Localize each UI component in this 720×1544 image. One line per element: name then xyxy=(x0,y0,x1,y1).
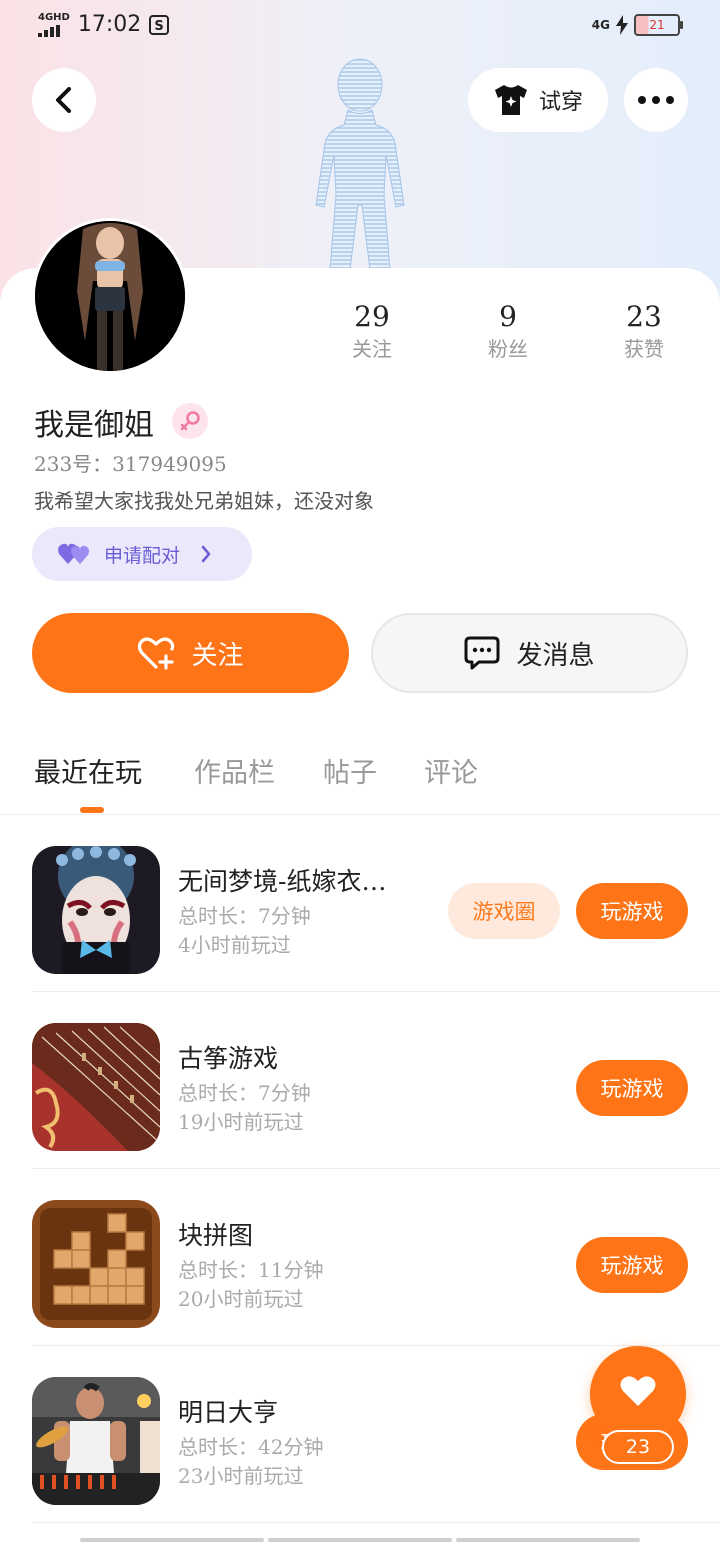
chat-bubble-icon xyxy=(464,636,500,670)
clock: 17:02 xyxy=(77,12,142,37)
stat-following-count: 29 xyxy=(354,300,390,333)
stat-following-label: 关注 xyxy=(352,337,392,361)
play-game-button[interactable]: 玩游戏 xyxy=(576,883,688,939)
battery-icon: 21 xyxy=(634,14,683,36)
game-total-duration: 总时长：7分钟 xyxy=(178,1081,311,1105)
game-icon-block-puzzle[interactable] xyxy=(32,1200,160,1328)
send-message-label: 发消息 xyxy=(516,640,595,671)
game-total-duration: 总时长：42分钟 xyxy=(178,1435,324,1459)
user-nickname: 我是御姐 xyxy=(34,408,154,443)
tab-posts[interactable]: 帖子 xyxy=(323,751,377,790)
play-game-button[interactable]: 玩游戏 xyxy=(576,1237,688,1293)
stat-likes-label: 获赞 xyxy=(624,337,664,361)
charging-icon xyxy=(616,15,628,35)
user-id: 233号：317949095 xyxy=(34,452,227,476)
active-tab-indicator xyxy=(80,807,104,813)
bottom-scroll-indicator xyxy=(80,1538,640,1542)
stat-fans-count: 9 xyxy=(499,300,517,333)
chevron-right-icon xyxy=(201,545,211,563)
game-title: 无间梦境-纸嫁衣… xyxy=(178,867,387,896)
send-message-button[interactable]: 发消息 xyxy=(371,613,688,693)
stat-likes[interactable]: 23 获赞 xyxy=(584,300,704,364)
game-total-duration: 总时长：11分钟 xyxy=(178,1258,324,1282)
back-button[interactable] xyxy=(32,68,96,132)
game-list-item[interactable]: 古筝游戏 总时长：7分钟 19小时前玩过 玩游戏 xyxy=(32,992,720,1169)
heart-plus-icon xyxy=(138,637,175,670)
game-icon-wujian-mengjing[interactable] xyxy=(32,846,160,974)
battery-level: 21 xyxy=(649,18,665,32)
tab-recently-played[interactable]: 最近在玩 xyxy=(34,751,142,790)
request-match-button[interactable]: 申请配对 xyxy=(32,527,252,581)
game-list-item[interactable]: 块拼图 总时长：11分钟 20小时前玩过 玩游戏 xyxy=(32,1169,720,1346)
female-gender-icon xyxy=(172,403,208,439)
game-last-played: 20小时前玩过 xyxy=(178,1287,304,1311)
game-last-played: 4小时前玩过 xyxy=(178,933,291,957)
follow-label: 关注 xyxy=(191,640,244,671)
game-last-played: 23小时前玩过 xyxy=(178,1464,304,1488)
stat-fans-label: 粉丝 xyxy=(488,337,528,361)
try-on-label: 试穿 xyxy=(538,90,583,115)
play-game-button[interactable]: 玩游戏 xyxy=(576,1060,688,1116)
svg-text:S: S xyxy=(155,19,164,34)
status-bar: 4GHD 17:02 S 4G 21 xyxy=(0,0,720,54)
stat-following[interactable]: 29 关注 xyxy=(312,300,432,364)
tab-comments[interactable]: 评论 xyxy=(424,751,478,790)
signal-icon: 4GHD xyxy=(38,11,70,37)
game-title: 块拼图 xyxy=(178,1221,254,1250)
double-heart-icon xyxy=(58,543,89,564)
network-type-right: 4G xyxy=(591,18,610,32)
game-icon-mingri-daheng[interactable] xyxy=(32,1377,160,1505)
follow-button[interactable]: 关注 xyxy=(32,613,349,693)
heart-icon xyxy=(620,1376,656,1406)
more-dots-icon xyxy=(638,96,674,104)
game-icon-guzheng[interactable] xyxy=(32,1023,160,1151)
try-on-button[interactable]: 试穿 xyxy=(468,68,608,132)
stat-likes-count: 23 xyxy=(626,300,662,333)
chevron-left-icon xyxy=(56,87,71,113)
game-title: 古筝游戏 xyxy=(178,1044,279,1073)
like-floating-button[interactable] xyxy=(590,1346,686,1442)
screenshot-app-icon: S xyxy=(149,14,170,35)
tab-works[interactable]: 作品栏 xyxy=(194,751,275,790)
more-options-button[interactable] xyxy=(624,68,688,132)
user-bio: 我希望大家找我处兄弟姐妹，还没对象 xyxy=(34,489,374,513)
game-circle-button[interactable]: 游戏圈 xyxy=(448,883,560,939)
game-list-item[interactable]: 无间梦境-纸嫁衣… 总时长：7分钟 4小时前玩过 游戏圈 玩游戏 xyxy=(32,815,720,992)
game-title: 明日大亨 xyxy=(178,1398,279,1427)
tshirt-icon xyxy=(494,85,527,115)
avatar-figure-illustration xyxy=(315,58,405,271)
game-last-played: 19小时前玩过 xyxy=(178,1110,304,1134)
game-total-duration: 总时长：7分钟 xyxy=(178,904,311,928)
avatar[interactable] xyxy=(32,218,188,374)
like-count-badge: 23 xyxy=(602,1430,674,1464)
request-match-label: 申请配对 xyxy=(104,544,181,567)
avatar-character-image xyxy=(35,221,185,371)
network-type-left: 4GHD xyxy=(38,11,70,23)
stat-fans[interactable]: 9 粉丝 xyxy=(448,300,568,364)
profile-tabs: 最近在玩 作品栏 帖子 评论 xyxy=(0,745,720,815)
